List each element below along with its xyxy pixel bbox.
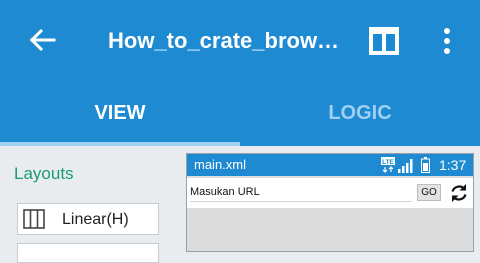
battery-icon [421, 157, 430, 173]
app-bar: How_to_crate_brow… [0, 0, 480, 84]
file-name: main.xml [194, 157, 247, 172]
widget-label: Linear(H) [62, 211, 129, 228]
layout-preview: main.xml LTE 1:37 GO [186, 153, 474, 252]
back-button[interactable] [28, 28, 56, 52]
signal-icon [398, 159, 413, 173]
clock: 1:37 [439, 157, 467, 173]
arrow-back-icon [29, 28, 56, 52]
more-options-button[interactable] [438, 26, 456, 56]
widget-palette: Layouts Linear(H) [0, 146, 176, 263]
palette-title: Layouts [14, 164, 74, 183]
more-vert-icon [444, 28, 450, 54]
widget-next-partial[interactable] [17, 243, 159, 263]
lte-icon: LTE [381, 157, 395, 173]
layout-button[interactable] [368, 26, 400, 56]
tab-bar: VIEW LOGIC [0, 84, 480, 146]
preview-status-bar: main.xml LTE 1:37 [187, 154, 473, 176]
tab-logic[interactable]: LOGIC [240, 84, 480, 146]
url-bar: GO [187, 178, 473, 208]
tab-view[interactable]: VIEW [0, 84, 240, 146]
svg-text:LTE: LTE [382, 159, 394, 166]
project-title: How_to_crate_brow… [108, 28, 340, 53]
go-button[interactable]: GO [417, 184, 441, 201]
layout-icon [369, 27, 399, 55]
url-input[interactable] [190, 183, 412, 202]
refresh-icon[interactable] [449, 182, 469, 204]
linear-horizontal-icon [23, 209, 45, 229]
widget-linear-horizontal[interactable]: Linear(H) [17, 203, 159, 235]
